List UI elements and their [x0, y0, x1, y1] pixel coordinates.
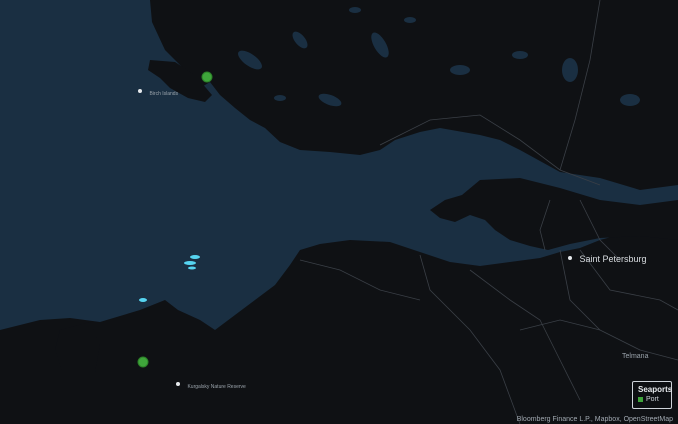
- legend: Seaports Port: [632, 381, 672, 409]
- place-telmana: Telmana: [622, 353, 649, 360]
- shallow-banks: [139, 255, 200, 302]
- port-marker-north[interactable]: [201, 71, 213, 83]
- place-dot: [138, 88, 142, 93]
- place-saint-petersburg: Saint Petersburg: [568, 249, 647, 267]
- legend-item-port[interactable]: Port: [638, 396, 666, 404]
- basemap: [0, 0, 678, 424]
- legend-title: Seaports: [638, 385, 673, 394]
- map-canvas[interactable]: Birch Islands Kurgalsky Nature Reserve S…: [0, 0, 678, 424]
- place-birch-islands: Birch Islands: [138, 82, 178, 100]
- place-dot: [568, 255, 572, 260]
- place-kurgalsky-reserve: Kurgalsky Nature Reserve: [176, 375, 246, 393]
- legend-swatch-port: [638, 396, 643, 402]
- place-dot: [176, 381, 180, 386]
- port-marker-south[interactable]: [137, 356, 149, 368]
- map-attribution[interactable]: Bloomberg Finance L.P., Mapbox, OpenStre…: [517, 415, 673, 424]
- land-north: [150, 0, 678, 190]
